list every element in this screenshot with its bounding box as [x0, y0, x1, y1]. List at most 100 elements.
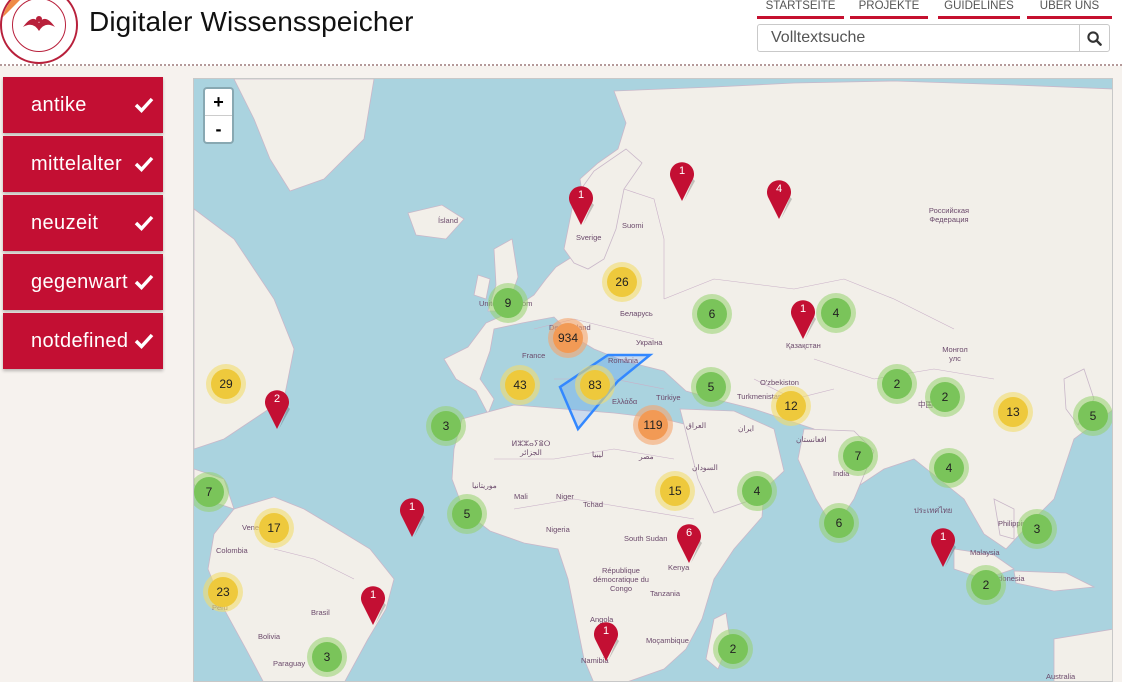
filter-neuzeit[interactable]: neuzeit — [3, 195, 163, 251]
cluster-count: 6 — [824, 508, 854, 538]
cluster-count: 2 — [882, 369, 912, 399]
filter-label: notdefined — [31, 330, 129, 352]
map-label: مصر — [639, 452, 654, 461]
marker-cluster[interactable]: 2 — [966, 565, 1006, 605]
map-label: Tanzania — [650, 589, 681, 598]
nav-link-ueber-uns[interactable]: ÜBER UNS — [1027, 0, 1112, 19]
marker-cluster[interactable]: 3 — [307, 637, 347, 677]
pin-count: 1 — [678, 165, 686, 177]
marker-cluster[interactable]: 934 — [548, 318, 588, 358]
map-label: Қазақстан — [786, 341, 821, 350]
marker-cluster[interactable]: 5 — [691, 367, 731, 407]
marker-cluster[interactable]: 23 — [203, 572, 243, 612]
site-title[interactable]: Digitaler Wissensspeicher — [89, 6, 414, 38]
map-label: ⵍⵣⵣⴰⵢⴻⵔ الجزائر — [511, 439, 551, 457]
map-marker-pin[interactable]: 1 — [399, 495, 427, 539]
marker-cluster[interactable]: 29 — [206, 364, 246, 404]
map-label: South Sudan — [624, 534, 668, 543]
cluster-count: 7 — [194, 477, 224, 507]
marker-cluster[interactable]: 119 — [633, 405, 673, 445]
pin-count: 1 — [577, 189, 585, 201]
map-marker-pin[interactable]: 1 — [669, 159, 697, 203]
filter-mittelalter[interactable]: mittelalter — [3, 136, 163, 192]
map-label: Ísland — [438, 216, 459, 225]
map-marker-pin[interactable]: 2 — [264, 387, 292, 431]
marker-cluster[interactable]: 12 — [771, 386, 811, 426]
filter-antike[interactable]: antike — [3, 77, 163, 133]
checkmark-icon — [134, 97, 154, 114]
checkmark-icon — [134, 215, 154, 232]
map-label: Монгол улс — [942, 345, 968, 363]
map-label: العراق — [686, 421, 707, 430]
map-marker-pin[interactable]: 6 — [676, 521, 704, 565]
zoom-out-button[interactable]: - — [205, 116, 232, 142]
cluster-count: 15 — [660, 476, 690, 506]
nav-link-startseite[interactable]: STARTSEITE — [757, 0, 844, 19]
marker-cluster[interactable]: 5 — [447, 494, 487, 534]
map-label: Colombia — [216, 546, 248, 555]
search-button[interactable] — [1079, 25, 1109, 51]
marker-cluster[interactable]: 9 — [488, 283, 528, 323]
marker-cluster[interactable]: 17 — [254, 508, 294, 548]
checkmark-icon — [134, 274, 154, 291]
map-label: Беларусь — [620, 309, 653, 318]
cluster-count: 7 — [843, 441, 873, 471]
pin-count: 4 — [775, 183, 783, 195]
map-label: France — [522, 351, 546, 360]
cluster-count: 5 — [452, 499, 482, 529]
map-marker-pin[interactable]: 1 — [360, 583, 388, 627]
pin-count: 6 — [685, 527, 693, 539]
marker-cluster[interactable]: 43 — [500, 365, 540, 405]
marker-cluster[interactable]: 4 — [737, 471, 777, 511]
academy-logo[interactable] — [0, 0, 78, 64]
map-marker-pin[interactable]: 1 — [930, 525, 958, 569]
marker-cluster[interactable]: 3 — [426, 406, 466, 446]
marker-cluster[interactable]: 13 — [993, 392, 1033, 432]
marker-cluster[interactable]: 2 — [925, 377, 965, 417]
site-header: Digitaler Wissensspeicher STARTSEITE PRO… — [0, 0, 1122, 66]
map-marker-pin[interactable]: 1 — [790, 297, 818, 341]
map-marker-pin[interactable]: 4 — [766, 177, 794, 221]
nav-link-guidelines[interactable]: GUIDELINES — [938, 0, 1020, 19]
cluster-count: 6 — [697, 299, 727, 329]
cluster-count: 2 — [971, 570, 1001, 600]
map-label: République démocratique du Congo — [593, 566, 649, 593]
world-map[interactable]: Sverige Suomi Ísland Российская Федераци… — [193, 78, 1113, 682]
filter-gegenwart[interactable]: gegenwart — [3, 254, 163, 310]
map-marker-pin[interactable]: 1 — [568, 183, 596, 227]
pin-count: 1 — [602, 625, 610, 637]
marker-cluster[interactable]: 4 — [816, 293, 856, 333]
marker-cluster[interactable]: 4 — [929, 448, 969, 488]
search-input[interactable] — [758, 25, 1080, 51]
marker-cluster[interactable]: 6 — [819, 503, 859, 543]
marker-cluster[interactable]: 2 — [713, 629, 753, 669]
marker-cluster[interactable]: 15 — [655, 471, 695, 511]
cluster-count: 3 — [431, 411, 461, 441]
filter-notdefined[interactable]: notdefined — [3, 313, 163, 369]
map-label: Niger — [556, 492, 574, 501]
zoom-in-button[interactable]: + — [205, 89, 232, 116]
marker-cluster[interactable]: 26 — [602, 262, 642, 302]
map-label: Australia — [1046, 672, 1076, 681]
marker-cluster[interactable]: 2 — [877, 364, 917, 404]
map-label: Brasil — [311, 608, 330, 617]
cluster-count: 2 — [718, 634, 748, 664]
cluster-count: 9 — [493, 288, 523, 318]
filter-label: mittelalter — [31, 153, 123, 175]
map-label: Україна — [636, 338, 663, 347]
map-label: افغانستان — [796, 435, 827, 444]
cluster-count: 13 — [998, 397, 1028, 427]
checkmark-icon — [134, 333, 154, 350]
map-label: Suomi — [622, 221, 644, 230]
marker-cluster[interactable]: 5 — [1073, 396, 1112, 436]
cluster-count: 5 — [1078, 401, 1108, 431]
marker-cluster[interactable]: 6 — [692, 294, 732, 334]
cluster-count: 26 — [607, 267, 637, 297]
marker-cluster[interactable]: 3 — [1017, 509, 1057, 549]
nav-link-projekte[interactable]: PROJEKTE — [850, 0, 928, 19]
pin-count: 2 — [273, 393, 281, 405]
marker-cluster[interactable]: 7 — [838, 436, 878, 476]
cluster-count: 17 — [259, 513, 289, 543]
marker-cluster[interactable]: 83 — [575, 365, 615, 405]
map-marker-pin[interactable]: 1 — [593, 619, 621, 663]
